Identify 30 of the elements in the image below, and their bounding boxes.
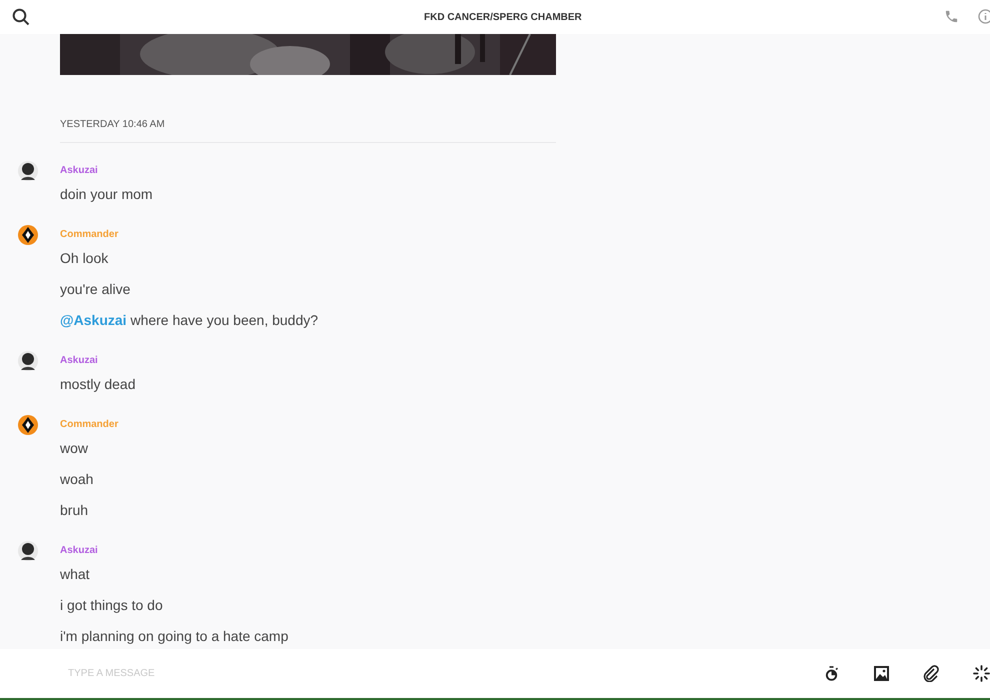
avatar-icon bbox=[18, 541, 38, 561]
info-icon[interactable] bbox=[978, 9, 990, 24]
message-text: woah bbox=[60, 470, 94, 489]
image-icon[interactable] bbox=[874, 666, 889, 681]
timestamp: YESTERDAY 10:46 AM bbox=[60, 118, 166, 132]
message-text: doin your mom bbox=[60, 185, 153, 204]
message-text: @Askuzai where have you been, buddy? bbox=[60, 311, 318, 330]
avatar-icon bbox=[18, 351, 38, 371]
message-text: wow bbox=[60, 439, 88, 458]
username[interactable]: Askuzai bbox=[60, 353, 98, 369]
sparkle-icon[interactable] bbox=[973, 665, 990, 682]
message-text: mostly dead bbox=[60, 375, 136, 394]
message-text: i got things to do bbox=[60, 596, 163, 615]
username[interactable]: Askuzai bbox=[60, 543, 98, 559]
phone-icon[interactable] bbox=[944, 9, 959, 24]
username[interactable]: Commander bbox=[60, 417, 118, 433]
timer-icon[interactable] bbox=[824, 666, 839, 682]
username[interactable]: Askuzai bbox=[60, 163, 98, 179]
search-icon[interactable] bbox=[12, 8, 30, 26]
message-text: what bbox=[60, 565, 90, 584]
username[interactable]: Commander bbox=[60, 227, 118, 243]
chat-title: FKD CANCER/SPERG CHAMBER bbox=[424, 11, 582, 25]
paperclip-icon[interactable] bbox=[923, 665, 939, 682]
message-text: i'm planning on going to a hate camp bbox=[60, 627, 288, 646]
message-text: bruh bbox=[60, 501, 88, 520]
avatar-icon bbox=[18, 225, 38, 245]
message-text: Oh look bbox=[60, 249, 108, 268]
avatar-icon bbox=[18, 415, 38, 435]
message-text: you're alive bbox=[60, 280, 130, 299]
avatar-icon bbox=[18, 161, 38, 181]
